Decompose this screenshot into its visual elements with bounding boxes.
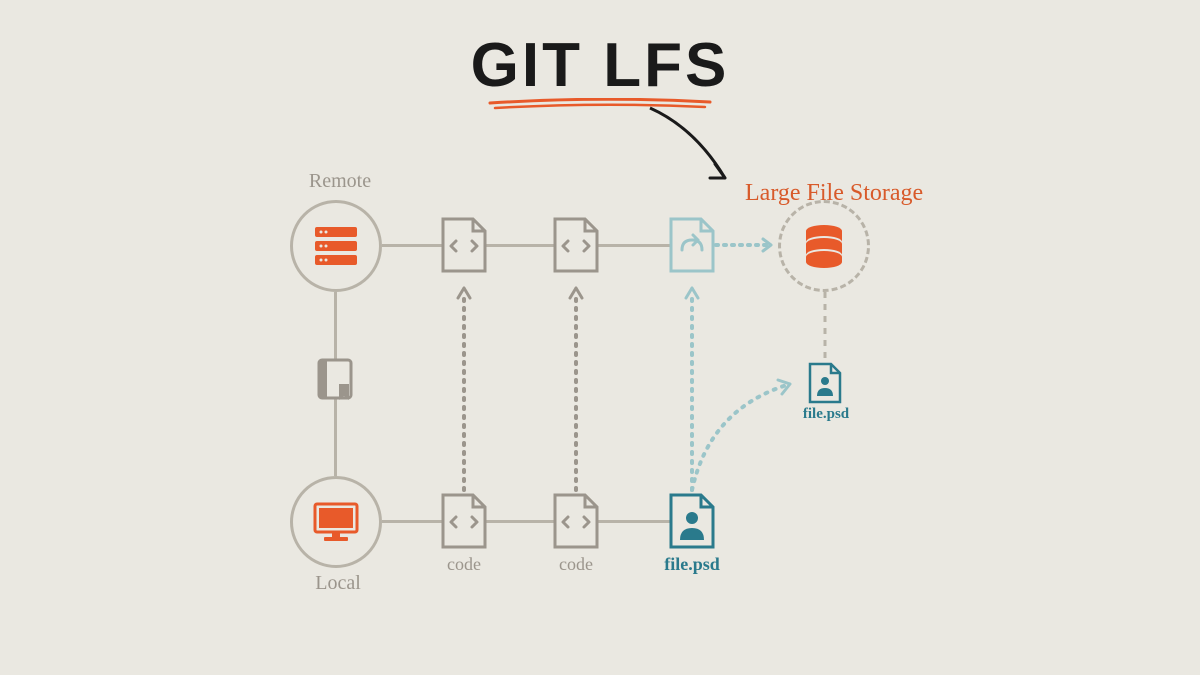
local-code-file-2 xyxy=(552,492,600,550)
repository-book-icon xyxy=(315,356,355,409)
local-code-file-2-label: code xyxy=(552,554,600,575)
lfs-storage-node xyxy=(778,200,870,292)
dotted-psd-to-stored xyxy=(690,368,810,498)
dotted-pointer-to-storage xyxy=(716,242,786,252)
server-icon xyxy=(313,225,359,267)
dotted-code2-up xyxy=(572,280,582,490)
local-psd-file xyxy=(668,492,716,550)
lfs-stored-file xyxy=(808,362,842,404)
local-code-file-1-label: code xyxy=(440,554,488,575)
connector-local-row xyxy=(382,520,670,523)
dotted-code1-up xyxy=(460,280,470,490)
git-lfs-diagram: Remote xyxy=(280,170,920,630)
local-psd-file-label: file.psd xyxy=(658,554,726,575)
local-machine-node xyxy=(290,476,382,568)
remote-code-file-1 xyxy=(440,216,488,274)
local-code-file-1 xyxy=(440,492,488,550)
remote-pointer-file xyxy=(668,216,716,274)
remote-server-node xyxy=(290,200,382,292)
remote-label: Remote xyxy=(300,170,380,193)
database-icon xyxy=(804,224,844,268)
monitor-icon xyxy=(312,501,360,543)
page-title: GIT LFS xyxy=(471,30,730,101)
remote-code-file-2 xyxy=(552,216,600,274)
connector-remote-row xyxy=(382,244,670,247)
dashed-storage-to-file xyxy=(822,292,828,362)
local-label: Local xyxy=(308,572,368,595)
